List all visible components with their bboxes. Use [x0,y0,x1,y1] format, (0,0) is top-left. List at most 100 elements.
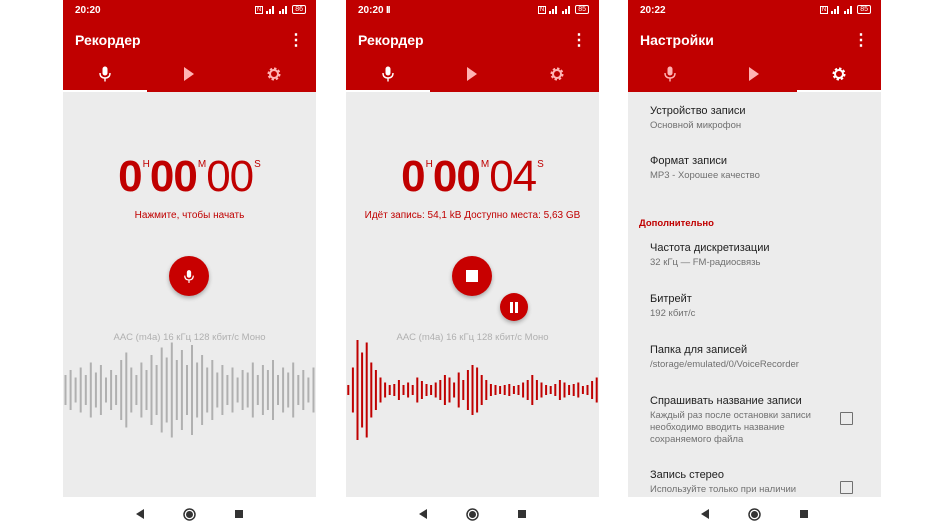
waveform-bar [499,386,502,394]
play-icon [184,67,195,81]
waveform-bar [586,385,589,395]
waveform-bar [272,360,274,420]
waveform-bar [165,357,168,423]
settings-screen: 20:22 N 85 Настройки ⋮ Устройство записи… [628,0,881,531]
waveform-bar [206,367,209,413]
status-time: 20:22 [640,5,666,16]
waveform-bar [430,385,433,395]
back-icon[interactable] [135,509,145,519]
waveform-bar [105,377,107,403]
waveform-bar [221,365,224,415]
setting-records-folder[interactable]: Папка для записей /storage/emulated/0/Vo… [650,344,871,371]
waveform-bar [471,365,474,415]
stop-button[interactable] [452,256,492,296]
tab-bar [346,56,599,92]
home-icon[interactable] [748,507,761,521]
app-bar: Рекордер ⋮ [63,22,316,56]
waveform-bar [365,342,368,438]
waveform-bar [175,360,178,420]
tab-record[interactable] [346,56,431,92]
setting-bitrate[interactable]: Битрейт 192 кбит/с [650,293,871,320]
waveform-bar [226,375,229,405]
play-icon [749,67,760,81]
waveform-bar [448,377,451,403]
waveform-bar [292,362,295,418]
tab-settings[interactable] [515,56,599,92]
recording-status: Идёт запись: 54,1 kB Доступно места: 5,6… [364,210,581,221]
pause-button[interactable] [500,293,528,321]
setting-recording-format[interactable]: Формат записи MP3 - Хорошее качество [650,155,871,182]
record-timer: 0H00M04S [401,152,544,201]
play-icon [467,67,478,81]
waveform-bar [545,385,548,395]
tab-playback[interactable] [712,56,796,92]
app-bar: Рекордер ⋮ [346,22,599,56]
recents-icon[interactable] [234,509,244,519]
tab-settings[interactable] [232,56,316,92]
waveform-bar [581,386,584,394]
waveform-bar [246,372,249,408]
waveform-bar [277,375,279,405]
waveform-bar [489,384,492,396]
waveform-bar [211,360,214,420]
mic-icon [664,66,676,82]
recorder-screen-idle: 20:20 N 86 Рекордер ⋮ 0H00M00S Нажмите, … [63,0,316,531]
tab-settings[interactable] [796,56,881,92]
tab-record[interactable] [63,56,148,92]
waveform-bar [384,382,387,398]
nfc-icon: N [537,5,547,14]
more-options-icon[interactable]: ⋮ [288,30,304,50]
waveform-bar [535,380,538,400]
waveform-bar [397,380,400,400]
setting-ask-recording-name[interactable]: Спрашивать название записи Каждый раз по… [650,395,831,446]
waveform-bar [388,385,391,395]
more-options-icon[interactable]: ⋮ [853,30,869,50]
ask-name-checkbox[interactable] [840,412,853,425]
record-button[interactable] [169,256,209,296]
gear-icon [832,67,846,81]
waveform-bar [216,372,219,408]
waveform-bar [302,370,305,410]
waveform-bar [191,345,193,435]
waveform-bar [374,370,377,410]
back-icon[interactable] [700,509,710,519]
tab-playback[interactable] [147,56,231,92]
waveform-bar [416,377,419,403]
waveform-bar [94,372,97,408]
home-icon[interactable] [466,507,479,521]
setting-recording-device[interactable]: Устройство записи Основной микрофон [650,105,871,132]
tab-record[interactable] [628,56,712,92]
waveform-bar [145,370,148,410]
setting-stereo-recording[interactable]: Запись стерео Используйте только при нал… [650,469,831,496]
system-icons: N 86 [254,5,306,14]
waveform-bar [476,367,479,413]
waveform-bar [577,382,580,398]
mic-icon [99,66,111,82]
setting-sample-rate[interactable]: Частота дискретизации 32 кГц — FM-радиос… [650,242,871,269]
waveform-bar [135,375,138,405]
waveform-bar [554,384,557,396]
signal-icon-2 [844,5,854,14]
waveform-bar [69,370,72,410]
recents-icon[interactable] [799,509,809,519]
waveform-bar [84,375,87,405]
section-advanced: Дополнительно [639,218,714,229]
waveform-bar [522,382,525,398]
gear-icon [267,67,281,81]
recording-pause-indicator: II [386,5,390,16]
waveform-bar [531,375,534,405]
system-nav-bar [628,497,881,531]
tab-bar [63,56,316,92]
waveform-bar [74,377,77,403]
recents-icon[interactable] [517,509,527,519]
gear-icon [550,67,564,81]
home-icon[interactable] [183,507,196,521]
waveform [347,340,598,440]
status-bar: 20:20 II N 85 [346,0,599,22]
back-icon[interactable] [418,509,428,519]
tab-playback[interactable] [430,56,514,92]
waveform-bar [453,382,456,398]
more-options-icon[interactable]: ⋮ [571,30,587,50]
stereo-checkbox[interactable] [840,481,853,494]
waveform-bar [251,362,254,418]
